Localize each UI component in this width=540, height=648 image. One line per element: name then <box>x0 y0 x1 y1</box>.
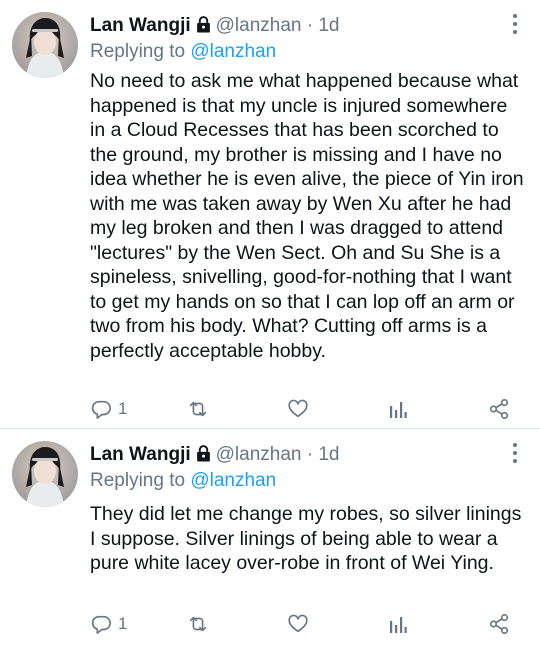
replying-to: Replying to @lanzhan <box>90 40 276 64</box>
mention-link[interactable]: @lanzhan <box>190 470 276 491</box>
tweet-actions: 1 <box>90 613 524 637</box>
replying-to: Replying to @lanzhan <box>90 469 276 493</box>
analytics-icon <box>390 402 407 418</box>
analytics-button[interactable] <box>388 398 408 420</box>
reply-button[interactable]: 1 <box>90 398 127 420</box>
like-icon <box>288 614 308 633</box>
tweet-header: Lan Wangji @lanzhan · 1d <box>90 14 500 38</box>
retweet-icon <box>189 616 207 632</box>
like-button[interactable] <box>287 613 309 635</box>
author-handle[interactable]: @lanzhan <box>216 444 302 465</box>
separator: · <box>306 444 314 465</box>
reply-count: 1 <box>118 399 128 418</box>
reply-icon <box>91 615 111 634</box>
tweet-text: They did let me change my robes, so silv… <box>90 503 522 574</box>
tweet-2[interactable]: Lan Wangji @lanzhan · 1d Replying to @lan… <box>0 429 540 648</box>
timestamp[interactable]: 1d <box>318 444 339 465</box>
analytics-button[interactable] <box>388 613 408 635</box>
like-icon <box>288 399 308 418</box>
tweet-1[interactable]: Lan Wangji @lanzhan · 1d Replying to @lan… <box>0 0 540 428</box>
share-button[interactable] <box>488 398 510 420</box>
tweet-actions: 1 <box>90 398 524 422</box>
share-icon <box>489 399 509 419</box>
share-icon <box>489 614 509 634</box>
replying-prefix: Replying to <box>90 41 186 62</box>
retweet-button[interactable] <box>186 613 210 635</box>
lock-icon <box>195 16 212 33</box>
share-button[interactable] <box>488 613 510 635</box>
separator: · <box>306 15 314 36</box>
avatar-portrait-icon <box>26 447 64 507</box>
avatar[interactable] <box>12 441 78 507</box>
more-icon[interactable] <box>512 443 518 465</box>
mention-link[interactable]: @lanzhan <box>190 41 276 62</box>
tweet-header: Lan Wangji @lanzhan · 1d <box>90 443 500 467</box>
author-name[interactable]: Lan Wangji <box>90 444 191 465</box>
analytics-icon <box>390 617 407 633</box>
like-button[interactable] <box>287 398 309 420</box>
retweet-icon <box>189 401 207 417</box>
retweet-button[interactable] <box>186 398 210 420</box>
author-handle[interactable]: @lanzhan <box>216 15 302 36</box>
reply-button[interactable]: 1 <box>90 613 127 635</box>
lock-icon <box>195 445 212 462</box>
avatar-portrait-icon <box>26 18 64 78</box>
reply-icon <box>91 400 111 419</box>
avatar[interactable] <box>12 12 78 78</box>
replying-prefix: Replying to <box>90 470 186 491</box>
timestamp[interactable]: 1d <box>318 15 339 36</box>
tweet-text: No need to ask me what happened because … <box>90 70 524 362</box>
more-icon[interactable] <box>512 14 518 36</box>
reply-count: 1 <box>118 614 128 633</box>
author-name[interactable]: Lan Wangji <box>90 15 191 36</box>
